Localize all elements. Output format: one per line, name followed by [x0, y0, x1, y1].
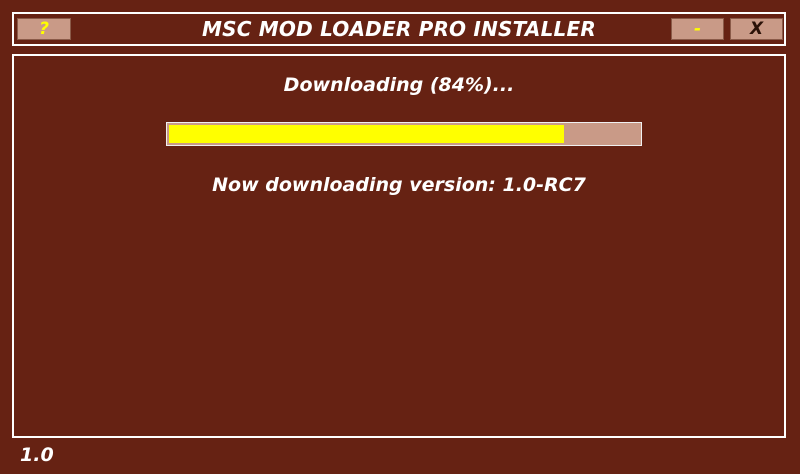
progress-bar-fill — [169, 125, 564, 143]
download-status: Downloading (84%)... — [283, 74, 515, 96]
help-button[interactable]: ? — [17, 18, 71, 40]
downloading-version-text: Now downloading version: 1.0-RC7 — [212, 174, 586, 196]
app-version-label: 1.0 — [20, 444, 54, 466]
minimize-button[interactable]: - — [671, 18, 724, 40]
progress-bar — [166, 122, 642, 146]
window-title: MSC MOD LOADER PRO INSTALLER — [202, 17, 596, 41]
title-bar: MSC MOD LOADER PRO INSTALLER ? - X — [12, 12, 786, 46]
close-button[interactable]: X — [730, 18, 783, 40]
content-panel: Downloading (84%)... Now downloading ver… — [12, 54, 786, 438]
